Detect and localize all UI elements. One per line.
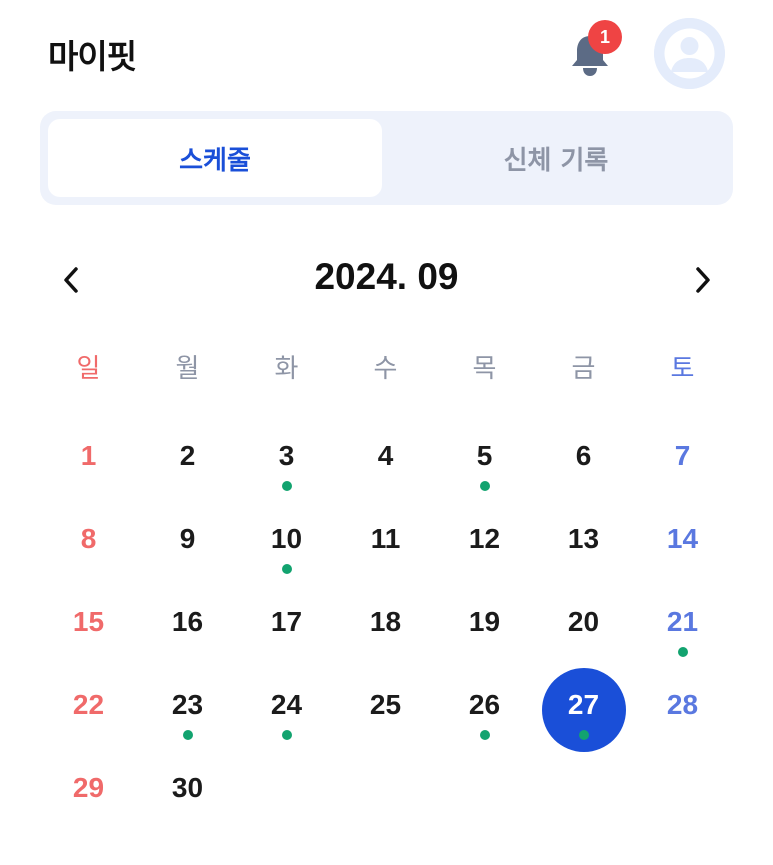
calendar-day[interactable]: 4 (336, 416, 435, 499)
calendar-day-selected[interactable]: 27 (534, 665, 633, 752)
calendar-day[interactable]: 8 (39, 499, 138, 582)
event-dot (677, 647, 688, 657)
segment-tabs: 스케줄 신체 기록 (40, 111, 733, 205)
calendar-day[interactable]: 16 (138, 582, 237, 665)
calendar-day[interactable]: 11 (336, 499, 435, 582)
calendar-day[interactable]: 21 (633, 582, 732, 665)
weekday-saturday: 토 (670, 354, 695, 384)
calendar-day[interactable]: 3 (237, 416, 336, 499)
day-number: 28 (666, 689, 699, 720)
day-number: 2 (179, 440, 196, 471)
calendar-day[interactable]: 19 (435, 582, 534, 665)
day-number: 25 (369, 689, 402, 720)
day-number: 1 (80, 440, 97, 471)
day-number: 9 (179, 523, 196, 554)
event-dot (281, 730, 292, 740)
tab-body-record[interactable]: 신체 기록 (389, 119, 723, 197)
day-number: 30 (171, 772, 204, 803)
month-navigator: 2024. 09 (0, 250, 773, 310)
calendar-day[interactable]: 5 (435, 416, 534, 499)
event-dot (479, 730, 490, 740)
calendar-day[interactable]: 28 (633, 665, 732, 748)
day-number: 16 (171, 606, 204, 637)
calendar-day[interactable]: 6 (534, 416, 633, 499)
calendar-day[interactable]: 9 (138, 499, 237, 582)
day-number: 4 (377, 440, 394, 471)
calendar-day[interactable]: 7 (633, 416, 732, 499)
calendar-day[interactable]: 12 (435, 499, 534, 582)
day-number: 18 (369, 606, 402, 637)
weekday-thursday: 목 (472, 354, 497, 384)
day-number: 6 (575, 440, 592, 471)
calendar-day[interactable]: 15 (39, 582, 138, 665)
day-number: 7 (674, 440, 691, 471)
day-number: 17 (270, 606, 303, 637)
day-number: 12 (468, 523, 501, 554)
calendar-day[interactable]: 26 (435, 665, 534, 748)
calendar-day[interactable]: 23 (138, 665, 237, 748)
calendar-day[interactable]: 10 (237, 499, 336, 582)
calendar-day[interactable]: 20 (534, 582, 633, 665)
notification-badge: 1 (588, 20, 622, 54)
event-dot (479, 481, 490, 491)
weekday-wednesday: 수 (373, 354, 398, 384)
day-number: 19 (468, 606, 501, 637)
calendar-day[interactable]: 1 (39, 416, 138, 499)
event-dot (281, 481, 292, 491)
calendar-day[interactable]: 2 (138, 416, 237, 499)
day-number: 20 (567, 606, 600, 637)
day-number: 22 (72, 689, 105, 720)
day-number: 13 (567, 523, 600, 554)
day-number: 11 (370, 523, 401, 554)
month-label: 2024. 09 (314, 256, 459, 297)
day-number: 8 (80, 523, 97, 554)
weekday-monday: 월 (175, 354, 200, 384)
user-avatar-icon (654, 18, 725, 89)
weekday-header: 일 월 화 수 목 금 토 (39, 348, 732, 396)
calendar-day[interactable]: 24 (237, 665, 336, 748)
event-dot (182, 730, 193, 740)
calendar-day[interactable]: 18 (336, 582, 435, 665)
calendar-day[interactable]: 13 (534, 499, 633, 582)
page-title: 마이핏 (48, 37, 137, 76)
calendar-day[interactable]: 25 (336, 665, 435, 748)
app-header: 마이핏 1 (0, 0, 773, 106)
next-month-button[interactable] (680, 258, 724, 302)
calendar-day[interactable]: 14 (633, 499, 732, 582)
calendar-day[interactable]: 17 (237, 582, 336, 665)
day-number: 29 (72, 772, 105, 803)
calendar-day[interactable]: 29 (39, 748, 138, 831)
weekday-sunday: 일 (76, 354, 101, 384)
calendar-grid: 1 2 3 4 5 6 7 8 9 10 11 12 13 14 15 16 17 18 19 20 21 22 23 24 2… (39, 416, 732, 831)
notification-button[interactable]: 1 (566, 20, 622, 78)
tab-schedule[interactable]: 스케줄 (48, 119, 382, 197)
weekday-tuesday: 화 (274, 354, 299, 384)
event-dot (578, 730, 589, 740)
chevron-right-icon (696, 267, 710, 293)
day-number: 14 (666, 523, 699, 554)
event-dot (281, 564, 292, 574)
calendar-day[interactable]: 30 (138, 748, 237, 831)
calendar-day[interactable]: 22 (39, 665, 138, 748)
weekday-friday: 금 (571, 354, 596, 384)
day-number: 15 (72, 606, 105, 637)
user-avatar[interactable] (654, 18, 725, 89)
